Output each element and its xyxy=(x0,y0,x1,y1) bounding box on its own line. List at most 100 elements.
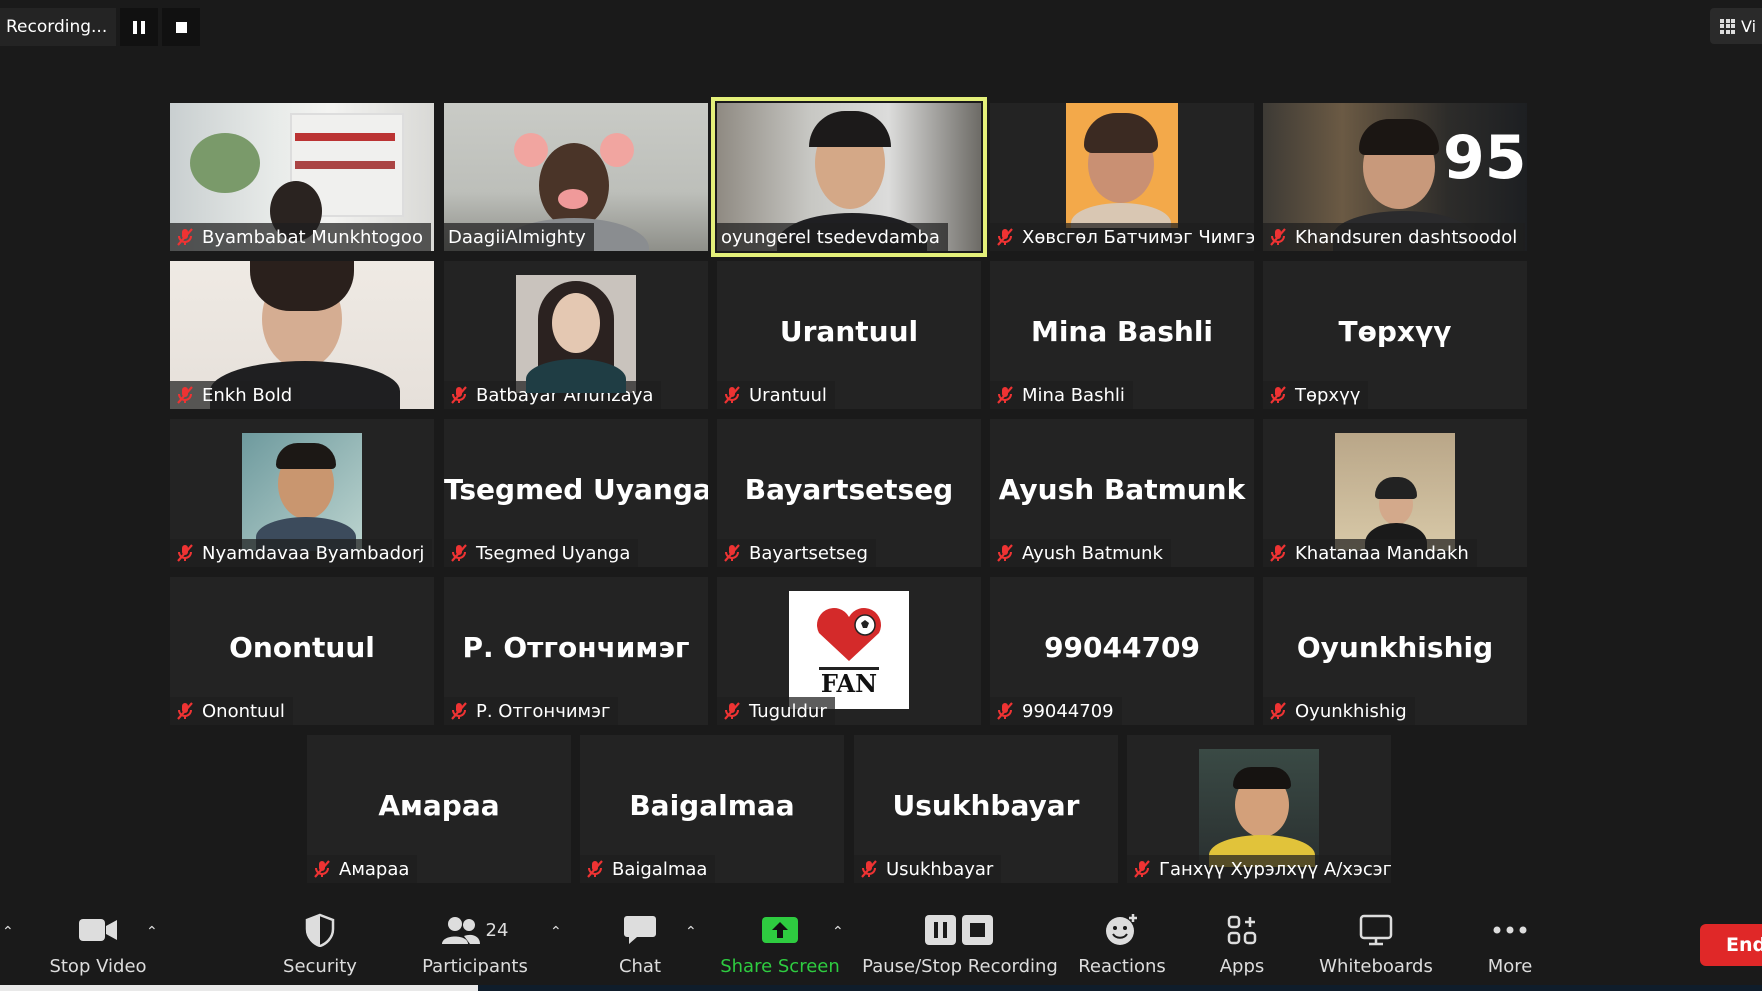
profile-picture xyxy=(1335,433,1455,551)
chat-button[interactable]: Chat xyxy=(610,896,670,991)
participant-nametag: Khatanaa Mandakh xyxy=(1263,539,1477,567)
apps-button[interactable]: Apps xyxy=(1212,896,1272,991)
participant-tile[interactable]: Nyamdavaa Byambadorj xyxy=(170,419,434,567)
share-screen-options-caret-icon[interactable]: ⌃ xyxy=(832,924,844,940)
participant-nametag: Mina Bashli xyxy=(990,381,1133,409)
participant-nametag: DaagiiAlmighty xyxy=(444,223,594,251)
participants-button[interactable]: 24 Participants xyxy=(420,896,530,991)
participant-name: Р. Отгончимэг xyxy=(476,700,611,722)
participant-tile[interactable]: Tsegmed Uyanga Tsegmed Uyanga xyxy=(444,419,708,567)
participant-tile[interactable]: Ayush Batmunk Ayush Batmunk xyxy=(990,419,1254,567)
pause-icon xyxy=(133,20,145,34)
muted-mic-icon xyxy=(997,228,1013,246)
participant-tile[interactable]: Oyunkhishig Oyunkhishig xyxy=(1263,577,1527,725)
participant-name: Oyunkhishig xyxy=(1295,700,1407,722)
participant-name: Khandsuren dashtsoodol xyxy=(1295,226,1518,248)
participant-tile[interactable]: Bayartsetseg Bayartsetseg xyxy=(717,419,981,567)
stop-icon xyxy=(175,21,187,33)
muted-mic-icon xyxy=(997,702,1013,720)
participant-nametag: Р. Отгончимэг xyxy=(444,697,619,725)
participant-name: Төрхүү xyxy=(1295,384,1361,406)
apps-icon xyxy=(1227,915,1257,945)
participant-tile[interactable]: Batbayar Ariunzaya xyxy=(444,261,708,409)
participant-tile[interactable]: Enkh Bold xyxy=(170,261,434,409)
participant-tile[interactable]: 95 Khandsuren dashtsoodol xyxy=(1263,103,1527,251)
whiteboards-button[interactable]: Whiteboards xyxy=(1318,896,1434,991)
muted-mic-icon xyxy=(314,860,330,878)
participant-display-name: Onontuul xyxy=(229,631,375,664)
end-meeting-button[interactable]: End xyxy=(1700,924,1762,966)
grid-icon xyxy=(1720,18,1735,34)
participant-tile[interactable]: Хөвсгөл Батчимэг Чимгээ xyxy=(990,103,1254,251)
meeting-toolbar: ⌃ Stop Video ⌃ Security 24 Participants … xyxy=(0,896,1762,991)
participant-tile[interactable]: DaagiiAlmighty xyxy=(444,103,708,251)
recording-bar: Recording... xyxy=(0,8,200,46)
muted-mic-icon xyxy=(1270,544,1286,562)
muted-mic-icon xyxy=(997,386,1013,404)
participant-display-name: Р. Отгончимэг xyxy=(462,631,690,664)
participant-tile[interactable]: Byambabat Munkhtogoo xyxy=(170,103,434,251)
participant-tile[interactable]: Төрхүү Төрхүү xyxy=(1263,261,1527,409)
participant-display-name: Usukhbayar xyxy=(892,789,1080,822)
muted-mic-icon xyxy=(177,228,193,246)
ellipsis-icon xyxy=(1493,926,1527,934)
participant-name: oyungerel tsedevdamba xyxy=(721,226,940,248)
participants-icon xyxy=(441,917,480,944)
participant-name: 99044709 xyxy=(1022,700,1114,722)
muted-mic-icon xyxy=(451,544,467,562)
participant-tile[interactable]: Khatanaa Mandakh xyxy=(1263,419,1527,567)
participant-nametag: Хөвсгөл Батчимэг Чимгээ xyxy=(990,223,1254,251)
more-button[interactable]: More xyxy=(1478,896,1542,991)
participant-nametag: Төрхүү xyxy=(1263,381,1369,409)
participant-name: Амараа xyxy=(339,858,410,880)
emoji-icon xyxy=(1106,914,1137,945)
reactions-button[interactable]: Reactions xyxy=(1072,896,1172,991)
participant-nametag: Khandsuren dashtsoodol xyxy=(1263,223,1526,251)
view-label: Vi xyxy=(1741,16,1757,36)
participant-nametag: Byambabat Munkhtogoo xyxy=(170,223,431,251)
participant-name: Khatanaa Mandakh xyxy=(1295,542,1469,564)
pause-stop-recording-button[interactable]: Pause/Stop Recording xyxy=(860,896,1060,991)
participant-tile[interactable]: Usukhbayar Usukhbayar xyxy=(854,735,1118,883)
participants-options-caret-icon[interactable]: ⌃ xyxy=(550,924,562,940)
participant-display-name: Амараа xyxy=(378,789,500,822)
participant-nametag: Ayush Batmunk xyxy=(990,539,1171,567)
participant-nametag: 99044709 xyxy=(990,697,1122,725)
participant-tile[interactable]: Baigalmaa Baigalmaa xyxy=(580,735,844,883)
participant-tile[interactable]: Амараа Амараа xyxy=(307,735,571,883)
video-options-caret-icon[interactable]: ⌃ xyxy=(146,924,158,940)
muted-mic-icon xyxy=(1270,386,1286,404)
participant-display-name: Төрхүү xyxy=(1338,315,1452,348)
participant-tile[interactable]: Р. Отгончимэг Р. Отгончимэг xyxy=(444,577,708,725)
stop-recording-button[interactable] xyxy=(162,8,200,46)
stop-video-button[interactable]: Stop Video xyxy=(48,896,148,991)
participant-name: Bayartsetseg xyxy=(749,542,868,564)
participant-display-name: Baigalmaa xyxy=(629,789,795,822)
participant-display-name: Ayush Batmunk xyxy=(998,473,1246,506)
participant-tile[interactable]: Mina Bashli Mina Bashli xyxy=(990,261,1254,409)
view-button[interactable]: Vi xyxy=(1710,8,1762,44)
muted-mic-icon xyxy=(451,386,467,404)
taskbar-strip xyxy=(0,985,1762,991)
participant-tile[interactable]: Urantuul Urantuul xyxy=(717,261,981,409)
pause-recording-button[interactable] xyxy=(120,8,158,46)
recording-status: Recording... xyxy=(0,8,116,46)
muted-mic-icon xyxy=(1270,228,1286,246)
participant-name: Onontuul xyxy=(202,700,285,722)
share-screen-icon xyxy=(762,917,798,943)
participant-tile[interactable]: 99044709 99044709 xyxy=(990,577,1254,725)
muted-mic-icon xyxy=(177,386,193,404)
share-screen-button[interactable]: Share Screen xyxy=(720,896,840,991)
participant-tile[interactable]: Ганхүү Хурэлхүү А/хэсэг xyxy=(1127,735,1391,883)
participant-tile[interactable]: FAN Tuguldur xyxy=(717,577,981,725)
participant-tile-active-speaker[interactable]: oyungerel tsedevdamba xyxy=(711,97,987,257)
muted-mic-icon xyxy=(177,702,193,720)
participant-display-name: Bayartsetseg xyxy=(744,473,954,506)
participant-name: Хөвсгөл Батчимэг Чимгээ xyxy=(1022,226,1254,248)
participant-tile[interactable]: Onontuul Onontuul xyxy=(170,577,434,725)
participant-nametag: Enkh Bold xyxy=(170,381,301,409)
security-button[interactable]: Security xyxy=(270,896,370,991)
audio-options-caret-icon[interactable]: ⌃ xyxy=(2,924,14,940)
chat-options-caret-icon[interactable]: ⌃ xyxy=(685,924,697,940)
profile-picture: FAN xyxy=(789,591,909,709)
